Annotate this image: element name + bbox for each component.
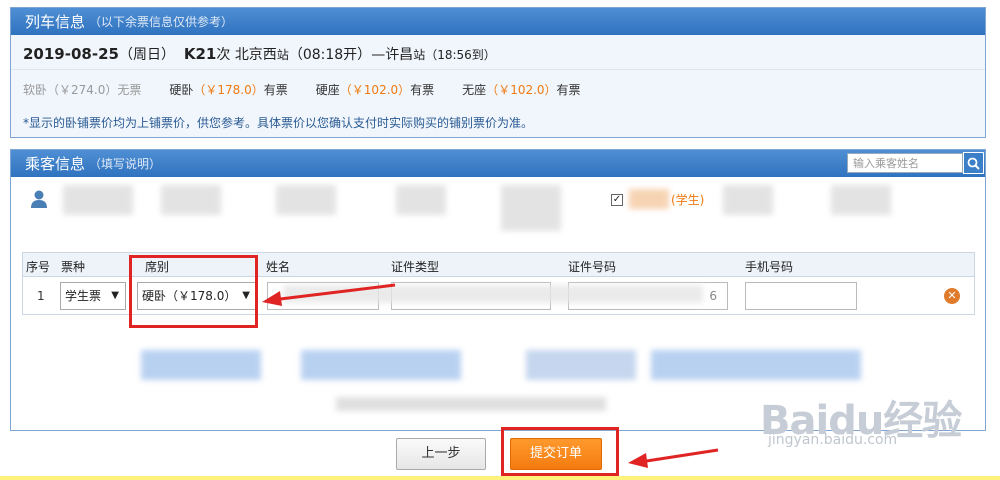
train-date: 2019-08-25 (23, 45, 119, 63)
col-name: 姓名 (266, 260, 291, 274)
blurred-info (651, 350, 861, 380)
blurred-passenger (831, 185, 891, 215)
search-button[interactable] (963, 152, 984, 174)
seat-status: 无票 (117, 83, 142, 97)
phone-field[interactable] (745, 282, 857, 310)
from-station: 北京西 (234, 47, 277, 63)
seat-name: 软卧 (23, 83, 48, 97)
seat-price: （￥102.0） (486, 83, 557, 97)
train-info-title: 列车信息 (25, 13, 86, 31)
saved-passengers: ✓ (学生) (11, 177, 985, 243)
price-item-hard-seat: 硬座（￥102.0）有票 (316, 81, 434, 98)
blurred-info (336, 397, 606, 411)
col-index: 序号 (26, 260, 51, 274)
row-index: 1 (37, 289, 45, 303)
arrive-time: （18:56到） (425, 48, 496, 62)
blurred-input (283, 285, 703, 303)
id-number-value: 6 (709, 289, 717, 303)
submit-order-button[interactable]: 提交订单 (510, 438, 602, 470)
seat-status: 有票 (556, 83, 581, 97)
train-weekday: （周日） (118, 47, 175, 63)
prev-step-button[interactable]: 上一步 (396, 438, 486, 470)
ticket-type-select[interactable]: 学生票 ▼ (60, 282, 126, 310)
blurred-passenger (396, 185, 446, 215)
price-item-no-seat: 无座（￥102.0）有票 (462, 81, 580, 98)
divider (11, 69, 985, 70)
user-icon (31, 190, 47, 208)
passenger-info-title: 乘客信息 (25, 155, 86, 173)
seat-name: 无座 (462, 83, 487, 97)
ticket-type-value: 学生票 (65, 289, 102, 303)
seat-price: （￥178.0） (193, 83, 264, 97)
delete-icon[interactable]: ✕ (944, 288, 960, 304)
fill-instructions-link[interactable]: （填写说明） (89, 155, 161, 172)
price-item-hard-sleeper: 硬卧（￥178.0）有票 (169, 81, 287, 98)
blurred-passenger (63, 185, 133, 215)
train-number-suffix: 次 (216, 47, 231, 63)
from-station-suffix: 站 (276, 48, 289, 62)
student-tag: (学生) (671, 193, 705, 207)
seat-price: （￥102.0） (339, 83, 411, 97)
train-info-subtitle: （以下余票信息仅供参考） (89, 15, 234, 29)
blurred-info (141, 350, 261, 380)
col-phone: 手机号码 (745, 260, 794, 274)
blurred-passenger (161, 185, 221, 215)
col-id-number: 证件号码 (568, 260, 617, 274)
seat-name: 硬卧 (169, 83, 194, 97)
seat-name: 硬座 (315, 83, 340, 97)
seat-status: 有票 (263, 83, 288, 97)
depart-time: （08:18开） (288, 47, 372, 63)
blurred-info (526, 350, 636, 380)
footer-bar (0, 476, 1000, 480)
blurred-passenger (276, 185, 336, 215)
chevron-down-icon: ▼ (111, 290, 119, 301)
seat-status: 有票 (410, 83, 435, 97)
blurred-passenger (723, 185, 773, 215)
watermark-url: jingyan.baidu.com (768, 432, 898, 448)
col-id-type: 证件类型 (391, 260, 440, 274)
blurred-passenger (501, 185, 561, 231)
train-info-header: 列车信息 （以下余票信息仅供参考） (11, 8, 985, 35)
price-note: *显示的卧铺票价均为上铺票价，供您参考。具体票价以您确认支付时实际购买的铺别票价… (23, 116, 534, 130)
seat-price: （￥274.0） (47, 83, 118, 97)
blurred-info (301, 350, 461, 380)
route-dash: — (371, 47, 386, 63)
train-number: K21 (183, 45, 217, 63)
blurred-passenger (629, 189, 669, 209)
to-station: 许昌 (385, 47, 414, 63)
baidu-watermark: Baidu经验 jingyan.baidu.com (760, 388, 962, 448)
to-station-suffix: 站 (413, 48, 426, 62)
train-info-body: 2019-08-25（周日） K21次 北京西站（08:18开）—许昌站（18:… (11, 35, 985, 137)
passenger-search-input[interactable]: 输入乘客姓名 (847, 153, 963, 173)
col-ticket-type: 票种 (61, 260, 86, 274)
train-summary: 2019-08-25（周日） K21次 北京西站（08:18开）—许昌站（18:… (23, 44, 496, 64)
price-item-soft-sleeper: 软卧（￥274.0）无票 (23, 81, 141, 98)
passenger-checkbox[interactable]: ✓ (611, 194, 623, 206)
search-icon (967, 157, 980, 170)
seat-type-highlight (129, 255, 258, 328)
seat-price-list: 软卧（￥274.0）无票 硬卧（￥178.0）有票 硬座（￥102.0）有票 无… (23, 81, 581, 98)
passenger-info-header: 乘客信息 （填写说明） 输入乘客姓名 (11, 150, 985, 177)
train-info-panel: 列车信息 （以下余票信息仅供参考） 2019-08-25（周日） K21次 北京… (10, 7, 986, 138)
